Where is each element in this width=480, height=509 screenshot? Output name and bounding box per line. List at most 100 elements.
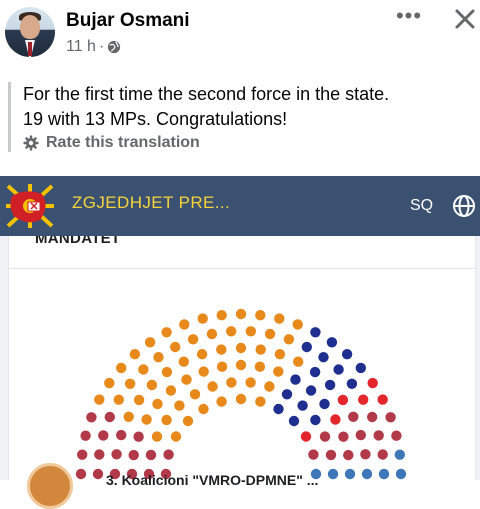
shared-page-preview[interactable]: ZGJEDHJET PRE... SQ MANDATET 3. Koalicio… (0, 176, 480, 509)
seat-dot (330, 414, 341, 425)
seat-chart (75, 308, 407, 480)
seat-dot (377, 449, 388, 460)
seat-dot (344, 468, 356, 480)
seat-dot (245, 377, 256, 388)
more-options-button[interactable]: ••• (392, 5, 426, 32)
seat-dot (385, 412, 396, 423)
seat-dot (274, 313, 285, 324)
avatar-tie (28, 42, 32, 56)
seat-dot (255, 310, 266, 321)
seat-dot (274, 349, 286, 360)
seat-dot (235, 359, 247, 371)
seat-dot (144, 337, 156, 348)
rate-translation-link[interactable]: Rate this translation (23, 134, 463, 152)
seat-dot (133, 431, 144, 442)
seat-dot (80, 430, 91, 441)
rate-translation-label: Rate this translation (46, 134, 200, 151)
seat-dot (326, 337, 338, 348)
seat-dot (264, 328, 276, 340)
seat-dot (165, 385, 177, 396)
party-name: 3. Koalicioni "VMRO-DPMNE" ... (106, 472, 319, 488)
seat-dot (146, 379, 158, 391)
seat-dot (254, 361, 266, 372)
seat-dot (116, 362, 127, 374)
avatar-face (20, 15, 40, 39)
language-selector[interactable]: SQ (410, 197, 433, 215)
seat-dot (318, 352, 329, 363)
seat-dot (281, 389, 293, 400)
seat-dot (377, 394, 388, 405)
seat-dot (235, 342, 247, 354)
seat-dot (358, 394, 369, 405)
party-logo-icon (27, 463, 73, 509)
avatar[interactable] (5, 7, 55, 57)
meta-separator: · (98, 38, 105, 55)
seat-dot (367, 377, 378, 389)
seat-dot (75, 468, 87, 480)
seat-dot (116, 429, 127, 441)
seat-dot (138, 364, 149, 375)
seat-dot (206, 328, 218, 340)
seat-dot (178, 356, 189, 367)
seat-dot (346, 378, 358, 389)
translated-text: For the first time the second force in t… (8, 82, 463, 152)
seat-dot (189, 389, 201, 400)
seat-dot (207, 381, 218, 392)
seat-dot (153, 352, 164, 363)
seat-dot (355, 429, 366, 441)
seat-dot (310, 414, 321, 426)
seat-dot (361, 468, 373, 480)
seat-dot (319, 431, 331, 442)
seat-dot (292, 319, 303, 330)
globe-icon[interactable] (452, 194, 476, 218)
seat-dot (151, 431, 163, 442)
seat-dot (181, 374, 192, 385)
seat-dot (273, 403, 284, 415)
close-icon[interactable] (450, 4, 480, 34)
seat-dot (373, 430, 384, 441)
seat-dot (92, 468, 104, 480)
seat-dot (255, 344, 266, 355)
flag-logo-icon (6, 184, 54, 228)
seat-dot (94, 449, 105, 460)
seat-dot (226, 377, 237, 388)
post-time[interactable]: 11 h (66, 38, 96, 56)
seat-dot (395, 468, 407, 480)
author-name[interactable]: Bujar Osmani (66, 10, 190, 32)
seat-dot (170, 431, 182, 442)
seat-dot (129, 349, 141, 360)
seat-dot (145, 449, 157, 461)
seat-dot (348, 411, 359, 422)
seat-dot (111, 449, 122, 460)
seat-dot (124, 378, 136, 389)
post-header: Bujar Osmani 11 h · ••• (0, 0, 480, 70)
seat-dot (324, 379, 336, 391)
seat-dot (308, 449, 319, 460)
post-text-line-1: For the first time the second force in t… (23, 84, 390, 104)
seat-dot (337, 394, 349, 406)
seat-dot (182, 415, 194, 427)
seat-dot (288, 415, 300, 427)
site-title[interactable]: ZGJEDHJET PRE... (72, 193, 230, 213)
gear-icon (23, 135, 39, 151)
seat-dot (170, 341, 181, 353)
seat-dot (360, 449, 371, 460)
seat-dot (216, 310, 227, 321)
seat-dot (198, 366, 209, 377)
seat-dot (198, 403, 209, 415)
seat-dot (196, 349, 208, 360)
seat-dot (216, 396, 227, 407)
seat-dot (163, 449, 174, 460)
seat-dot (338, 431, 349, 442)
seat-dot (179, 319, 190, 330)
seat-dot (245, 326, 256, 337)
seat-dot (86, 412, 97, 423)
seat-dot (152, 398, 163, 410)
seat-dot (216, 344, 227, 355)
seat-dot (310, 327, 321, 338)
seat-dot (333, 364, 344, 375)
seat-dot (301, 341, 312, 353)
seat-dot (290, 374, 301, 385)
seat-dot (343, 449, 354, 461)
seat-dot (161, 414, 172, 426)
